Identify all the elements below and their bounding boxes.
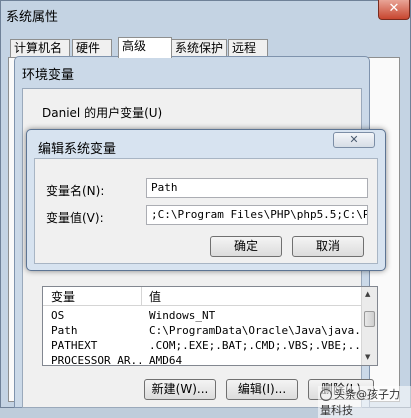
watermark-text: 头条@孩子力量科技	[320, 388, 400, 417]
variable-name: PROCESSOR_AR...	[51, 354, 141, 366]
tab-remote[interactable]: 远程	[228, 39, 268, 57]
variable-value: C:\ProgramData\Oracle\Java\java...	[149, 324, 359, 337]
scroll-up-icon[interactable]: ▲	[365, 290, 370, 298]
system-properties-close-button[interactable]: ✕	[378, 0, 410, 20]
tab-hardware[interactable]: 硬件	[72, 39, 112, 57]
column-header-variable[interactable]: 变量	[51, 288, 75, 305]
close-icon: ✕	[388, 1, 400, 16]
variable-value: .COM;.EXE;.BAT;.CMD;.VBS;.VBE;....	[149, 339, 359, 352]
variable-value: Windows_NT	[149, 309, 216, 322]
variable-value-label: 变量值(V):	[46, 211, 104, 225]
table-row[interactable]: PATHEXT .COM;.EXE;.BAT;.CMD;.VBS;.VBE;..…	[43, 338, 361, 353]
tab-system-protection[interactable]: 系统保护	[171, 39, 227, 57]
tab-advanced[interactable]: 高级	[118, 37, 172, 58]
variable-name: OS	[51, 309, 65, 322]
table-row[interactable]: Path C:\ProgramData\Oracle\Java\java...	[43, 323, 361, 338]
system-properties-title: 系统属性	[6, 10, 59, 25]
variable-name-label: 变量名(N):	[46, 184, 105, 198]
table-row[interactable]: OS Windows_NT	[43, 308, 361, 323]
ok-button[interactable]: 确定	[210, 236, 282, 257]
variable-name-field[interactable]: Path	[146, 178, 368, 198]
scroll-down-icon[interactable]: ▼	[365, 353, 370, 361]
new-variable-button[interactable]: 新建(W)...	[144, 379, 216, 400]
variable-name: Path	[51, 324, 78, 337]
tab-computer-name[interactable]: 计算机名	[10, 39, 70, 57]
variable-value: AMD64	[149, 354, 183, 366]
watermark-logo-icon	[320, 389, 332, 401]
edit-dialog-title: 编辑系统变量	[38, 142, 117, 157]
list-scrollbar[interactable]: ▲ ▼	[361, 287, 377, 365]
edit-variable-button[interactable]: 编辑(I)...	[226, 379, 298, 400]
scroll-thumb[interactable]	[364, 311, 375, 327]
list-header: 变量 值	[43, 287, 361, 306]
variable-name: PATHEXT	[51, 339, 98, 352]
table-row[interactable]: PROCESSOR_AR... AMD64	[43, 353, 361, 366]
cancel-button[interactable]: 取消	[292, 236, 364, 257]
watermark: 头条@孩子力量科技	[318, 386, 411, 418]
column-divider	[141, 287, 142, 305]
variable-value-field[interactable]: ;C:\Program Files\PHP\php5.5;C:\Prog	[146, 205, 368, 225]
edit-dialog-close-button[interactable]: ✕	[333, 132, 375, 148]
environment-variables-title: 环境变量	[22, 68, 75, 83]
close-icon: ✕	[349, 133, 359, 146]
column-header-value[interactable]: 值	[149, 288, 161, 305]
system-variables-list[interactable]: 变量 值 OS Windows_NT Path C:\ProgramData\O…	[42, 286, 378, 366]
user-variables-label: Daniel 的用户变量(U)	[42, 106, 163, 120]
